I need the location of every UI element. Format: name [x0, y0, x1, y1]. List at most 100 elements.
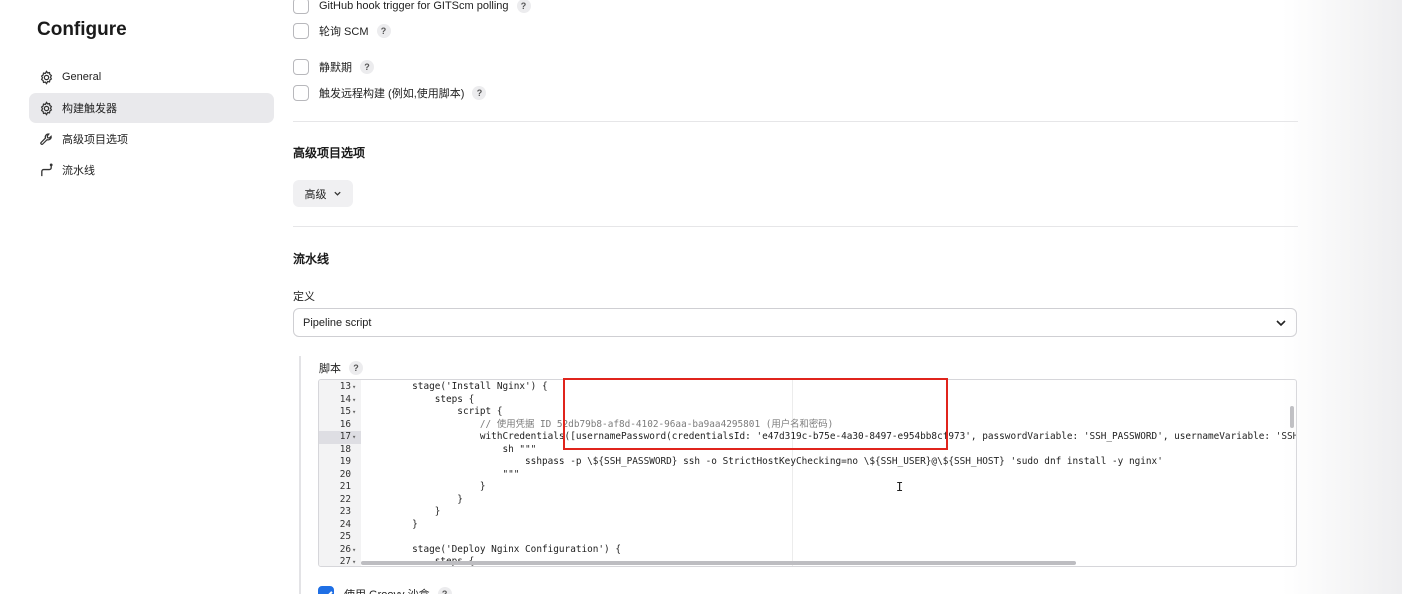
line-number: 20: [339, 468, 351, 480]
line-number: 15: [339, 406, 351, 417]
script-label: 脚本 ?: [319, 360, 363, 376]
code-line[interactable]: 13 ▾ stage('Install Nginx') {: [319, 381, 1296, 394]
code-text: steps {: [367, 393, 475, 405]
chevron-down-icon: [1276, 319, 1286, 326]
fold-toggle-icon[interactable]: ▾: [352, 381, 356, 394]
fold-toggle-icon[interactable]: ▾: [352, 406, 356, 419]
code-text: }: [367, 506, 441, 517]
line-number: 19: [339, 456, 351, 467]
code-line[interactable]: 26 ▾ stage('Deploy Nginx Configuration') …: [319, 544, 1296, 557]
code-line[interactable]: 18 sh """: [319, 444, 1296, 457]
line-number: 26: [339, 543, 351, 555]
groovy-sandbox-row[interactable]: 使用 Groovy 沙盒 ?: [318, 586, 452, 594]
code-text: sh """: [367, 443, 537, 455]
sidebar-item-label: General: [62, 71, 102, 83]
wrench-icon: [38, 131, 54, 147]
line-number: 25: [339, 531, 351, 542]
code-text: stage('Install Nginx') {: [367, 381, 548, 392]
code-line[interactable]: 23 }: [319, 506, 1296, 519]
pipeline-icon: [38, 162, 54, 178]
line-number: 27: [339, 556, 351, 567]
divider: [293, 226, 1298, 227]
trigger-quiet-period[interactable]: 静默期 ?: [293, 59, 374, 75]
line-number: 13: [339, 381, 351, 392]
groovy-sandbox-label: 使用 Groovy 沙盒: [344, 586, 430, 594]
sidebar-item-general[interactable]: General: [29, 62, 274, 92]
help-icon[interactable]: ?: [437, 587, 452, 594]
code-line[interactable]: 20 """: [319, 469, 1296, 482]
code-line[interactable]: 21 }: [319, 481, 1296, 494]
groovy-sandbox-checkbox[interactable]: [318, 586, 334, 594]
sidebar-title: Configure: [37, 19, 127, 40]
code-line[interactable]: 17 ▾ withCredentials([usernamePassword(cr…: [319, 431, 1296, 444]
poll-scm-checkbox[interactable]: [293, 23, 309, 39]
code-text: }: [367, 493, 463, 505]
code-text: """: [367, 468, 520, 480]
vertical-scrollbar[interactable]: [1290, 406, 1294, 428]
github-hook-checkbox[interactable]: [293, 0, 309, 14]
line-number: 17: [339, 431, 351, 442]
trigger-remote-build[interactable]: 触发远程构建 (例如,使用脚本) ?: [293, 85, 487, 101]
help-icon[interactable]: ?: [376, 24, 391, 38]
pipeline-section-title: 流水线: [293, 252, 330, 266]
gear-icon: [38, 100, 54, 116]
github-hook-label: GitHub hook trigger for GITScm polling: [319, 0, 509, 12]
code-line[interactable]: 25: [319, 531, 1296, 544]
definition-select[interactable]: Pipeline script: [293, 308, 1297, 337]
fold-toggle-icon[interactable]: ▾: [352, 431, 356, 444]
help-icon[interactable]: ?: [349, 361, 363, 375]
definition-label: 定义: [293, 291, 315, 303]
gear-icon: [38, 69, 54, 85]
advanced-section-title: 高级项目选项: [293, 146, 366, 160]
sidebar-item-pipeline[interactable]: 流水线: [29, 155, 274, 185]
code-text: }: [367, 481, 486, 492]
code-line[interactable]: 15 ▾ script {: [319, 406, 1296, 419]
code-line[interactable]: 19 sshpass -p \${SSH_PASSWORD} ssh -o St…: [319, 456, 1296, 469]
remote-build-checkbox[interactable]: [293, 85, 309, 101]
code-line[interactable]: 22 }: [319, 494, 1296, 507]
code-line[interactable]: 16 // 使用凭据 ID 52db79b8-af8d-4102-96aa-ba…: [319, 419, 1296, 432]
sidebar-item-label: 高级项目选项: [62, 134, 128, 146]
help-icon[interactable]: ?: [472, 86, 487, 100]
horizontal-scrollbar[interactable]: [361, 561, 1076, 565]
quiet-period-checkbox[interactable]: [293, 59, 309, 75]
line-number: 21: [339, 481, 351, 492]
poll-scm-label: 轮询 SCM: [319, 26, 369, 38]
divider: [293, 121, 1298, 122]
quiet-period-label: 静默期: [319, 62, 352, 74]
advanced-button-label: 高级: [304, 188, 327, 201]
fold-toggle-icon[interactable]: ▾: [352, 394, 356, 407]
line-number: 23: [339, 506, 351, 517]
line-number: 14: [339, 393, 351, 405]
window-edge-fade: [1282, 0, 1402, 594]
help-icon[interactable]: ?: [360, 60, 374, 74]
code-text: script {: [367, 406, 503, 417]
line-number: 22: [339, 493, 351, 505]
definition-select-value: Pipeline script: [303, 316, 372, 329]
sidebar: Configure General 构建触发器 高级项目选项 流水线: [0, 0, 285, 594]
text-cursor-icon: I: [896, 480, 904, 494]
code-text: withCredentials([usernamePassword(creden…: [367, 431, 1297, 442]
help-icon[interactable]: ?: [516, 0, 531, 13]
script-editor[interactable]: 13 ▾ stage('Install Nginx') {14 ▾ steps {1…: [318, 379, 1297, 567]
fold-toggle-icon[interactable]: ▾: [352, 556, 356, 566]
line-number: 16: [339, 418, 351, 430]
code-line[interactable]: 14 ▾ steps {: [319, 394, 1296, 407]
sidebar-item-advanced-options[interactable]: 高级项目选项: [29, 124, 274, 154]
sidebar-item-label: 构建触发器: [62, 103, 117, 115]
code-text: sshpass -p \${SSH_PASSWORD} ssh -o Stric…: [367, 456, 1163, 467]
sidebar-item-label: 流水线: [62, 165, 95, 177]
line-number: 24: [339, 518, 351, 530]
line-number: 18: [339, 443, 351, 455]
advanced-dropdown-button[interactable]: 高级: [293, 180, 353, 207]
chevron-down-icon: [333, 191, 341, 196]
script-label-text: 脚本: [319, 363, 341, 375]
fold-toggle-icon[interactable]: ▾: [352, 544, 356, 557]
code-text: stage('Deploy Nginx Configuration') {: [367, 543, 621, 555]
sidebar-item-build-triggers[interactable]: 构建触发器: [29, 93, 274, 123]
trigger-github-hook[interactable]: GitHub hook trigger for GITScm polling ?: [293, 0, 531, 14]
trigger-poll-scm[interactable]: 轮询 SCM ?: [293, 23, 391, 39]
code-text: // 使用凭据 ID 52db79b8-af8d-4102-96aa-ba9aa…: [367, 418, 834, 430]
remote-build-label: 触发远程构建 (例如,使用脚本): [319, 88, 465, 100]
code-line[interactable]: 24 }: [319, 519, 1296, 532]
